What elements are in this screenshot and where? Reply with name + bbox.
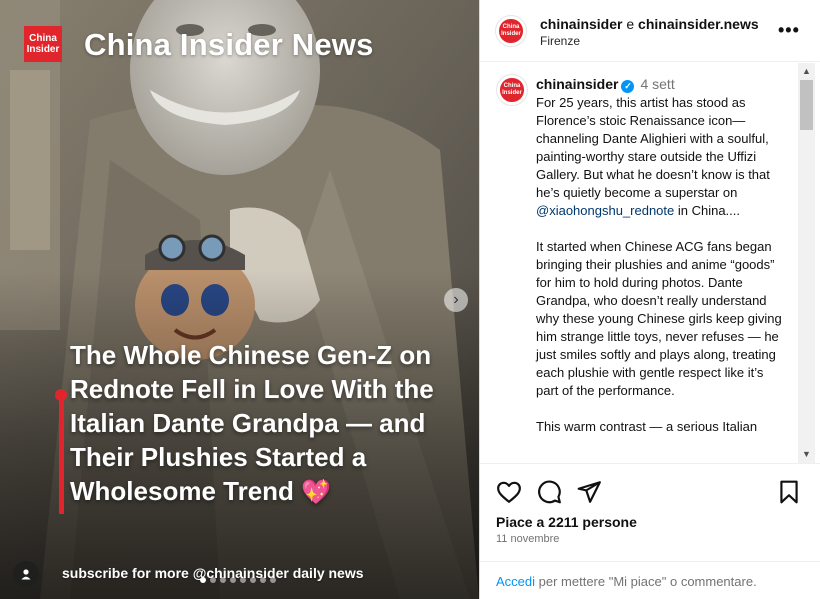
login-prompt-text: per mettere "Mi piace" o commentare.: [535, 574, 757, 589]
caption-p1-end: in China....: [674, 203, 741, 218]
scroll-thumb[interactable]: [800, 80, 813, 130]
caption-scroll-area[interactable]: China Insider chinainsider ✓ 4 sett For 25…: [480, 63, 820, 463]
post-media[interactable]: China Insider China Insider News The Who…: [0, 0, 479, 599]
avatar-logo-line2: Insider: [501, 30, 521, 37]
media-headline: The Whole Chinese Gen-Z on Rednote Fell …: [70, 338, 460, 510]
chevron-right-icon[interactable]: ›: [444, 288, 468, 312]
caption-time[interactable]: 4 sett: [640, 76, 674, 92]
brand-logo-line1: China: [29, 33, 57, 44]
brand-title: China Insider News: [84, 27, 374, 62]
caption-paragraph-1: For 25 years, this artist has stood as F…: [536, 94, 786, 220]
comment-icon[interactable]: [536, 479, 562, 505]
mention-link[interactable]: @xiaohongshu_rednote: [536, 203, 674, 218]
bookmark-icon[interactable]: [776, 479, 802, 505]
author-connector: e: [622, 16, 639, 32]
likes-count[interactable]: Piace a 2211 persone: [496, 514, 637, 530]
caption-avatar-line1: China: [503, 82, 521, 89]
caption-paragraph-3: This warm contrast — a serious Italian: [536, 419, 758, 434]
user-silhouette-icon: [21, 569, 31, 580]
caption-avatar[interactable]: China Insider: [496, 74, 528, 106]
carousel-dot: [270, 577, 276, 583]
author-secondary-link[interactable]: chinainsider.news: [638, 16, 759, 32]
carousel-dot: [260, 577, 266, 583]
carousel-dot: [240, 577, 246, 583]
brand-logo-line2: Insider: [26, 44, 60, 55]
avatar[interactable]: China Insider: [495, 15, 527, 47]
headline-accent-bar: [59, 392, 64, 514]
avatar-logo-line1: China: [502, 23, 520, 30]
post-date[interactable]: 11 novembre: [496, 533, 559, 545]
heart-icon[interactable]: [496, 479, 522, 505]
carousel-dot: [230, 577, 236, 583]
post-authors: chinainsider e chinainsider.news: [540, 16, 759, 32]
author-primary-link[interactable]: chinainsider: [540, 16, 622, 32]
caption-header: chinainsider ✓ 4 sett: [536, 76, 675, 93]
post-actions: Piace a 2211 persone 11 novembre Accedi …: [480, 463, 820, 599]
post-location[interactable]: Firenze: [540, 34, 580, 48]
carousel-dot: [220, 577, 226, 583]
user-tag-icon[interactable]: [13, 561, 39, 587]
caption-paragraph-2: It started when Chinese ACG fans began b…: [536, 239, 782, 398]
caption-username-link[interactable]: chinainsider: [536, 76, 618, 92]
avatar-logo: China Insider: [499, 19, 523, 43]
more-horizontal-icon[interactable]: •••: [778, 20, 800, 41]
brand-logo: China Insider: [24, 26, 62, 62]
carousel-dot: [210, 577, 216, 583]
post-header: China Insider chinainsider e chinainside…: [480, 0, 820, 62]
verified-badge-icon: ✓: [621, 80, 635, 93]
caption-text: For 25 years, this artist has stood as F…: [536, 94, 786, 454]
caption-p1-text: For 25 years, this artist has stood as F…: [536, 95, 770, 200]
post-side-panel: China Insider chinainsider e chinainside…: [479, 0, 820, 599]
caption-scrollbar[interactable]: ▲ ▼: [798, 63, 815, 463]
caption-avatar-logo: China Insider: [500, 78, 524, 102]
caption-avatar-line2: Insider: [502, 89, 522, 96]
carousel-dots: [200, 577, 276, 583]
send-icon[interactable]: [576, 479, 602, 505]
carousel-dot: [250, 577, 256, 583]
media-headline-text: The Whole Chinese Gen-Z on Rednote Fell …: [70, 340, 434, 506]
sparkling-heart-emoji: 💖: [301, 479, 332, 506]
scroll-up-arrow-icon[interactable]: ▲: [798, 63, 815, 80]
login-link[interactable]: Accedi: [496, 574, 535, 589]
scroll-down-arrow-icon[interactable]: ▼: [798, 446, 815, 463]
headline-accent-dot: [55, 389, 67, 401]
login-prompt: Accedi per mettere "Mi piace" o commenta…: [480, 561, 820, 589]
carousel-dot: [200, 577, 206, 583]
